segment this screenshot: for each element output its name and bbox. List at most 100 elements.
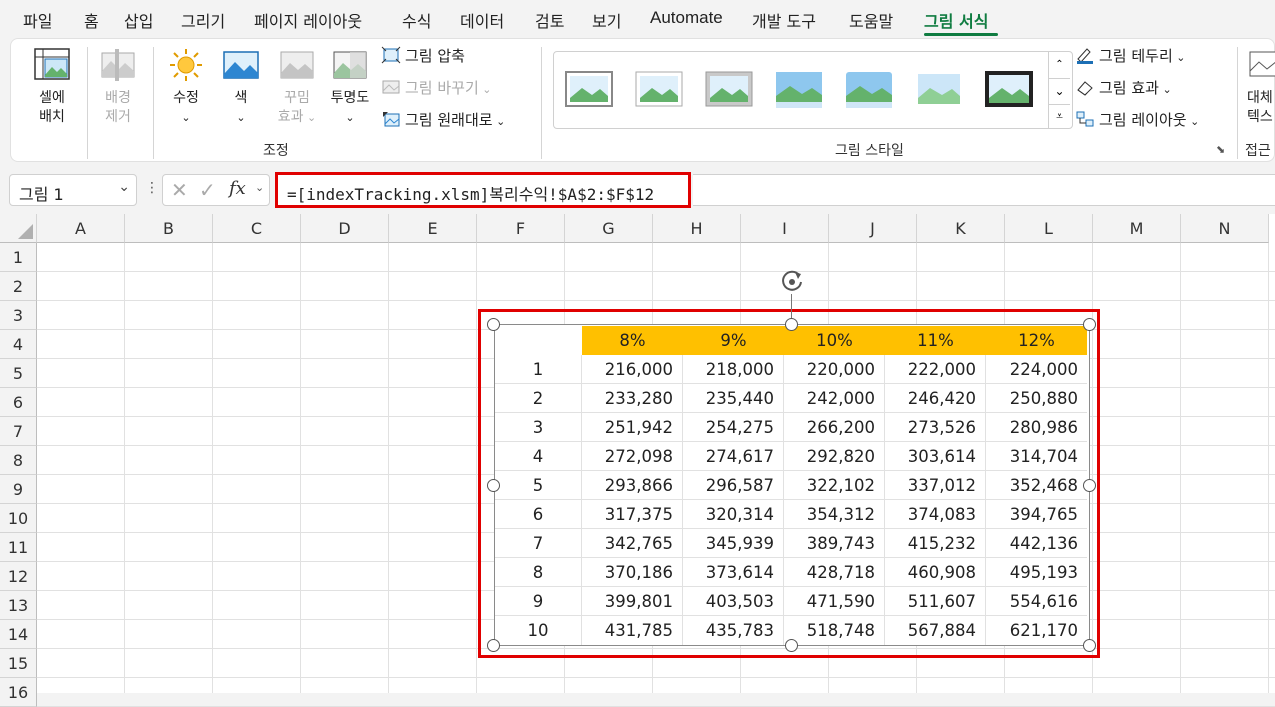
row-header[interactable]: 7 (0, 417, 37, 446)
place-in-cell-label-1: 셀에 (39, 90, 65, 106)
row-header[interactable]: 4 (0, 330, 37, 359)
menu-review[interactable]: 검토 (535, 8, 564, 32)
column-header[interactable]: G (565, 214, 653, 243)
row-header[interactable]: 3 (0, 301, 37, 330)
insert-function-icon[interactable]: fx (229, 178, 246, 199)
cancel-icon[interactable]: ✕ (171, 178, 188, 202)
menu-insert[interactable]: 삽입 (124, 8, 153, 32)
column-header[interactable]: I (741, 214, 829, 243)
resize-handle-right[interactable] (1083, 479, 1096, 492)
menu-draw[interactable]: 그리기 (181, 8, 225, 32)
picture-layout-button[interactable]: 그림 레이아웃 ⌄ (1075, 109, 1199, 130)
style-thumbnail[interactable] (564, 68, 614, 110)
gallery-scroll-down-button[interactable]: ⌄ (1048, 78, 1070, 104)
alt-text-button[interactable]: 대체 텍스 (1247, 47, 1275, 127)
gridline (37, 677, 1275, 678)
resize-handle-top[interactable] (785, 318, 798, 331)
table-cell: 314,704 (986, 442, 1087, 471)
formula-input-extension[interactable] (693, 174, 1275, 206)
column-header[interactable]: K (917, 214, 1005, 243)
row-header[interactable]: 5 (0, 359, 37, 388)
active-tab-indicator (924, 33, 998, 36)
style-thumbnail[interactable] (774, 68, 824, 110)
menu-data[interactable]: 데이터 (460, 8, 504, 32)
column-header[interactable]: F (477, 214, 565, 243)
resize-handle-bottom-left[interactable] (487, 639, 500, 652)
menu-formulas[interactable]: 수식 (402, 8, 431, 32)
column-header[interactable]: A (37, 214, 125, 243)
row-header[interactable]: 9 (0, 475, 37, 504)
table-cell: 280,986 (986, 413, 1087, 442)
picture-effects-button[interactable]: 그림 효과 ⌄ (1075, 77, 1172, 98)
resize-handle-top-right[interactable] (1083, 318, 1096, 331)
row-header[interactable]: 2 (0, 272, 37, 301)
rotate-handle-icon[interactable] (778, 269, 806, 295)
style-thumbnail[interactable] (984, 68, 1034, 110)
style-thumbnail[interactable] (844, 68, 894, 110)
menu-home[interactable]: 홈 (84, 8, 99, 32)
style-thumbnail[interactable] (704, 68, 754, 110)
row-header[interactable]: 1 (0, 243, 37, 272)
transparency-button[interactable]: 투명도 ⌄ (327, 47, 373, 127)
gallery-more-button[interactable]: ⩡ (1048, 104, 1070, 128)
style-thumbnail[interactable] (634, 68, 684, 110)
gridline (37, 271, 1275, 272)
column-header[interactable]: B (125, 214, 213, 243)
artistic-effects-button[interactable]: 꾸밈 효과 ⌄ (274, 47, 320, 127)
resize-handle-top-left[interactable] (487, 318, 500, 331)
menu-page-layout[interactable]: 페이지 레이아웃 (254, 8, 362, 32)
row-header[interactable]: 10 (0, 504, 37, 533)
column-header[interactable]: E (389, 214, 477, 243)
table-row-label: 7 (495, 529, 582, 558)
spreadsheet-grid[interactable]: ABCDEFGHIJKLMN 1 2 3 4 5 6 7 8 9 10 11 12 13 14 15 16 8… (0, 214, 1275, 707)
select-all-corner[interactable] (0, 214, 37, 243)
menu-picture-format[interactable]: 그림 서식 (924, 8, 988, 32)
menu-file[interactable]: 파일 (23, 8, 52, 32)
place-in-cell-button[interactable]: 셀에 배치 (29, 47, 75, 127)
row-header[interactable]: 8 (0, 446, 37, 475)
chevron-down-icon[interactable]: ⌄ (118, 179, 130, 195)
more-options-icon[interactable]: ⋮ (145, 180, 159, 196)
transparency-icon (333, 51, 367, 79)
menu-help[interactable]: 도움말 (849, 8, 893, 32)
menu-developer[interactable]: 개발 도구 (752, 8, 816, 32)
resize-handle-bottom-right[interactable] (1083, 639, 1096, 652)
confirm-icon[interactable]: ✓ (199, 178, 216, 202)
name-box[interactable]: 그림 1 ⌄ (9, 174, 137, 206)
row-header[interactable]: 6 (0, 388, 37, 417)
menu-bar: 파일 홈 삽입 그리기 페이지 레이아웃 수식 데이터 검토 보기 Automa… (0, 0, 1275, 38)
resize-handle-left[interactable] (487, 479, 500, 492)
row-header[interactable]: 13 (0, 591, 37, 620)
picture-border-button[interactable]: 그림 테두리 ⌄ (1075, 45, 1186, 66)
separator (541, 47, 542, 159)
style-thumbnail[interactable] (914, 68, 964, 110)
column-header[interactable]: C (213, 214, 301, 243)
color-icon (223, 51, 259, 79)
compress-pictures-button[interactable]: 그림 압축 (381, 45, 465, 66)
row-header[interactable]: 12 (0, 562, 37, 591)
column-header[interactable]: L (1005, 214, 1093, 243)
table-row-label: 2 (495, 384, 582, 413)
chevron-down-icon[interactable]: ⌄ (255, 181, 264, 194)
gallery-scroll-up-button[interactable]: ⌃ (1048, 52, 1070, 78)
column-header[interactable]: H (653, 214, 741, 243)
color-button[interactable]: 색 ⌄ (220, 47, 262, 127)
column-header[interactable]: M (1093, 214, 1181, 243)
column-header[interactable]: J (829, 214, 917, 243)
row-header[interactable]: 15 (0, 649, 37, 678)
table-cell: 399,801 (582, 587, 683, 616)
formula-input[interactable]: =[indexTracking.xlsm]복리수익!$A$2:$F$12 (275, 172, 691, 208)
change-picture-button[interactable]: 그림 바꾸기 ⌄ (381, 77, 492, 98)
row-header[interactable]: 14 (0, 620, 37, 649)
linked-picture[interactable]: 8% 9% 10% 11% 12% 1 216,000 218,000 220,000 222,0… (494, 324, 1090, 646)
resize-handle-bottom[interactable] (785, 639, 798, 652)
reset-picture-button[interactable]: 그림 원래대로 ⌄ (381, 109, 505, 130)
remove-background-button[interactable]: 배경 제거 (97, 47, 139, 127)
dialog-launcher-icon[interactable]: ⬊ (1216, 143, 1225, 156)
row-header[interactable]: 11 (0, 533, 37, 562)
corrections-button[interactable]: 수정 ⌄ (165, 47, 207, 127)
column-header[interactable]: D (301, 214, 389, 243)
menu-view[interactable]: 보기 (592, 8, 621, 32)
menu-automate[interactable]: Automate (650, 8, 723, 28)
column-header[interactable]: N (1181, 214, 1269, 243)
